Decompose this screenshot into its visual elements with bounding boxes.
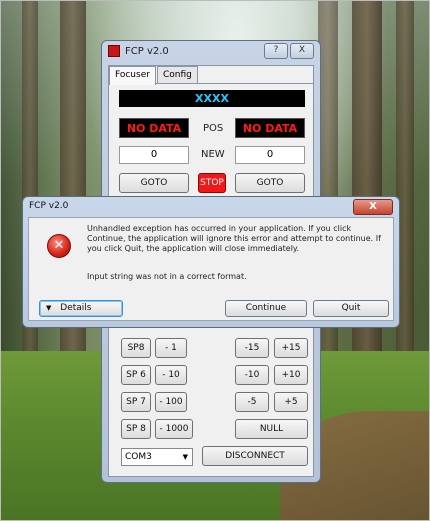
screenshot-frame [0, 0, 430, 521]
